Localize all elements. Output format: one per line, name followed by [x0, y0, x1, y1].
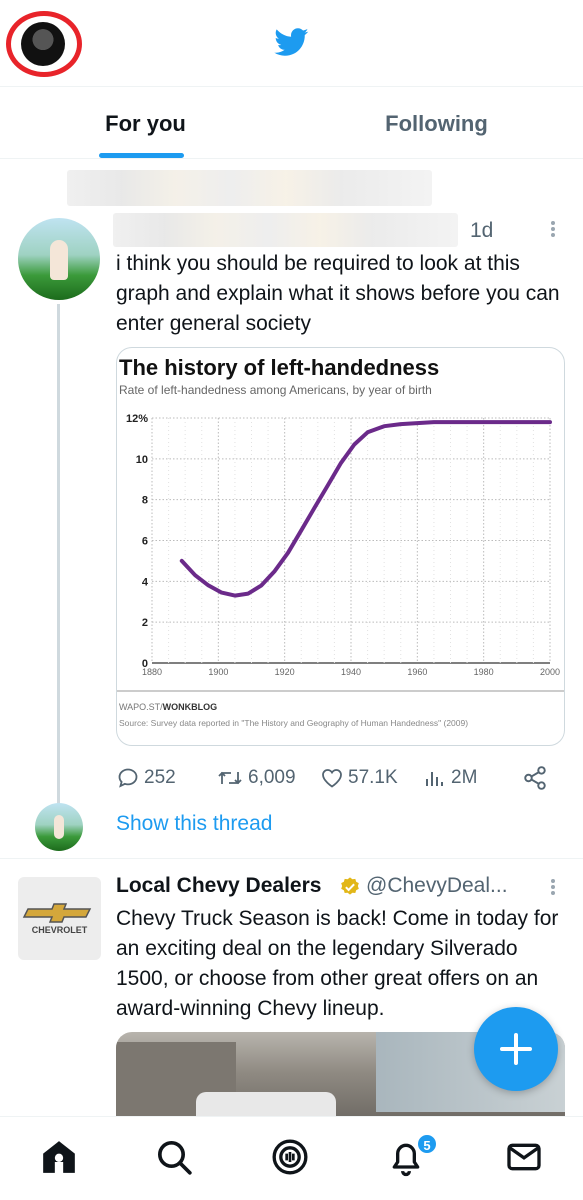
chevrolet-avatar[interactable]: CHEVROLET [18, 877, 101, 960]
share-button[interactable] [522, 758, 552, 798]
y-tick-label: 10 [136, 454, 148, 466]
x-tick-label: 1940 [341, 667, 361, 677]
messages-icon[interactable] [504, 1137, 544, 1177]
notification-badge: 5 [416, 1133, 438, 1155]
retweet-button[interactable]: 6,009 [216, 758, 296, 798]
chart-title: The history of left-handedness [119, 355, 439, 380]
show-thread-link[interactable]: Show this thread [116, 812, 272, 836]
advertiser-name[interactable]: Local Chevy Dealers [116, 874, 321, 898]
profile-avatar[interactable] [21, 22, 65, 66]
view-count: 2M [451, 767, 478, 788]
chart-image-card[interactable]: The history of left-handedness Rate of l… [116, 347, 565, 746]
like-button[interactable]: 57.1K [320, 758, 398, 798]
more-options-icon[interactable] [543, 877, 563, 897]
chevrolet-logo: CHEVROLET [22, 903, 92, 935]
search-icon[interactable] [154, 1137, 194, 1177]
reply-icon [118, 768, 138, 788]
ad-text: Chevy Truck Season is back! Come in toda… [116, 907, 559, 1020]
advertiser-handle[interactable]: @ChevyDeal... [366, 874, 508, 898]
active-tab-indicator [99, 153, 184, 158]
svg-text:WAPO.ST/WONKBLOG: WAPO.ST/WONKBLOG [119, 702, 217, 712]
x-tick-label: 1880 [142, 667, 162, 677]
blurred-social-context [67, 170, 432, 206]
x-tick-label: 2000 [540, 667, 560, 677]
home-icon[interactable] [39, 1137, 79, 1177]
x-tick-label: 1900 [208, 667, 228, 677]
share-icon [524, 766, 546, 790]
y-tick-label: 12% [126, 413, 148, 425]
like-count: 57.1K [348, 767, 398, 788]
top-header [0, 0, 583, 86]
author-avatar[interactable] [18, 218, 100, 300]
heart-icon [322, 769, 342, 788]
thread-connector-line [57, 304, 60, 804]
y-tick-label: 6 [142, 536, 148, 548]
twitter-bird-icon[interactable] [272, 25, 312, 59]
tab-following[interactable]: Following [291, 87, 582, 159]
views-button[interactable]: 2M [423, 758, 477, 798]
left-handedness-chart: The history of left-handedness Rate of l… [117, 355, 564, 728]
tweet-text: i think you should be required to look a… [116, 252, 560, 335]
x-tick-label: 1960 [407, 667, 427, 677]
source-note: Source: Survey data reported in "The His… [119, 718, 468, 728]
blurred-author-name [113, 213, 458, 247]
tweet-timestamp[interactable]: 1d [470, 219, 493, 243]
bottom-navigation: 5 [0, 1116, 583, 1200]
chart-subtitle: Rate of left-handedness among Americans,… [119, 383, 432, 397]
retweet-icon [218, 771, 242, 785]
compose-tweet-button[interactable] [474, 1007, 558, 1091]
source-label: WAPO.ST/ [119, 702, 163, 712]
tweet-actions: 252 6,009 57.1K 2M [116, 758, 566, 798]
x-tick-label: 1980 [474, 667, 494, 677]
y-tick-label: 8 [142, 495, 148, 507]
tab-for-you[interactable]: For you [0, 87, 291, 159]
y-tick-label: 2 [142, 617, 148, 629]
more-options-icon[interactable] [543, 219, 563, 239]
spaces-icon[interactable] [270, 1137, 310, 1177]
verified-badge-icon [341, 877, 359, 895]
x-tick-label: 1920 [275, 667, 295, 677]
reply-button[interactable]: 252 [116, 758, 176, 798]
thread-author-avatar[interactable] [35, 803, 83, 851]
plus-icon [500, 1033, 532, 1065]
chevrolet-logo-text: CHEVROLET [32, 925, 88, 935]
retweet-count: 6,009 [248, 767, 296, 788]
timeline-tabs: For you Following [0, 86, 583, 159]
source-brand: WONKBLOG [163, 702, 218, 712]
chart-series-line [179, 420, 552, 598]
reply-count: 252 [144, 767, 176, 788]
tweet-divider [0, 858, 583, 859]
y-tick-label: 4 [142, 576, 149, 588]
views-icon [426, 772, 443, 786]
